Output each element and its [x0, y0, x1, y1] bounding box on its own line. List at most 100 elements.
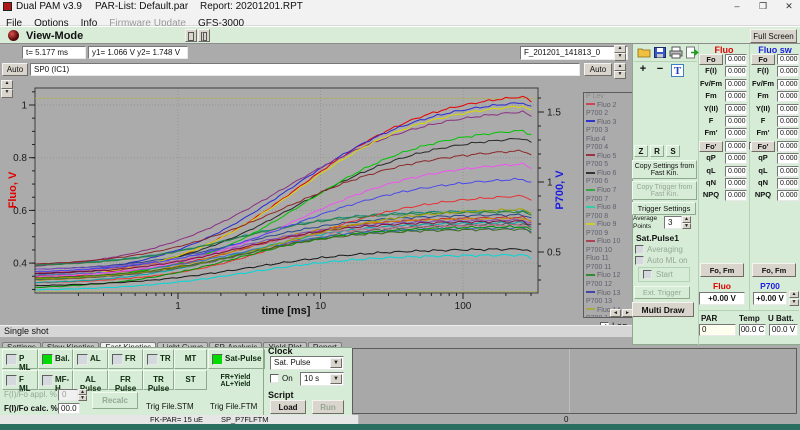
fifo-down-icon[interactable]: ▼ — [78, 395, 87, 401]
averaging-checkbox[interactable] — [635, 245, 644, 254]
legend-item[interactable]: P700 4 — [584, 144, 634, 153]
text-tool-button[interactable]: T — [671, 64, 684, 77]
copy-trigger-button[interactable]: Copy Trigger from Fast Kin. — [632, 181, 697, 200]
param-label-fo[interactable]: Fo' — [751, 141, 775, 152]
record-selector[interactable]: F_201201_141813_0 ▼ — [520, 46, 628, 60]
close-button[interactable]: ✕ — [780, 1, 798, 12]
average-up-icon[interactable]: ▲ — [682, 216, 691, 223]
auto-ml-checkbox[interactable] — [635, 256, 644, 265]
trigger-settings-button[interactable]: Trigger Settings — [632, 202, 696, 215]
legend-item[interactable]: Fluo 7 — [584, 187, 634, 196]
print-icon[interactable] — [669, 46, 683, 59]
legend-item[interactable]: P700 5 — [584, 161, 634, 170]
legend-item[interactable]: P700 10 — [584, 247, 634, 256]
legend-item[interactable]: P700 12 — [584, 281, 634, 290]
chevron-down-icon[interactable]: ▼ — [330, 358, 342, 368]
toggle-sat-pulse[interactable]: Sat-Pulse — [208, 349, 265, 369]
average-points-field[interactable]: 3 — [664, 216, 682, 229]
p700-gain-down-icon[interactable]: ▼ — [789, 299, 799, 306]
button-fr-pulse[interactable]: FR Pulse — [108, 370, 143, 390]
button-al-pulse[interactable]: AL Pulse — [73, 370, 108, 390]
legend-item[interactable]: Fluo 13 — [584, 290, 634, 299]
legend-item[interactable]: P700 3 — [584, 127, 634, 136]
maximize-button[interactable]: ❒ — [754, 1, 772, 12]
legend-item[interactable]: P700 7 — [584, 196, 634, 205]
legend-item[interactable]: P700 2 — [584, 110, 634, 119]
copy-settings-button[interactable]: Copy Settings from Fast Kin. — [632, 160, 697, 179]
legend-item[interactable]: Fluo 5 — [584, 153, 634, 162]
legend-item[interactable]: Fluo 6 — [584, 170, 634, 179]
save-file-icon[interactable] — [653, 46, 667, 59]
legend-item[interactable]: P700 13 — [584, 298, 634, 307]
export-report-icon[interactable] — [685, 46, 699, 59]
full-screen-button[interactable]: Full Screen — [750, 29, 797, 43]
legend-item[interactable]: P700 9 — [584, 230, 634, 239]
scale-button[interactable]: S — [666, 145, 680, 157]
param-label-fo[interactable]: Fo — [751, 54, 775, 65]
unchecked-icon[interactable] — [77, 354, 88, 365]
unchecked-icon[interactable] — [112, 354, 123, 365]
legend-item[interactable]: Fluo 8 — [584, 204, 634, 213]
open-file-icon[interactable] — [637, 46, 651, 59]
zoom-reset-button[interactable]: Z — [634, 145, 648, 157]
clock-on-checkbox[interactable] — [270, 374, 279, 383]
scale-up-icon[interactable]: ▲ — [614, 63, 626, 71]
clock-mode-select[interactable]: Sat. Pulse ▼ — [270, 356, 344, 370]
unchecked-icon[interactable] — [42, 375, 53, 386]
legend-item[interactable]: Fluo 9 — [584, 221, 634, 230]
start-checkbox[interactable] — [643, 270, 652, 279]
fo-fm-fluo-button[interactable]: Fo, Fm — [700, 263, 744, 277]
legend-item[interactable]: P700 11 — [584, 264, 634, 273]
toggle-bal-[interactable]: Bal. — [38, 349, 73, 369]
multi-draw-button[interactable]: Multi Draw — [632, 302, 694, 317]
toggle-p-ml[interactable]: P ML — [2, 349, 38, 369]
script-run-button[interactable]: Run — [312, 400, 344, 414]
fifo-appl-field[interactable]: 0 — [58, 389, 78, 401]
legend-item[interactable]: Fluo 2 — [584, 102, 634, 111]
unchecked-icon[interactable] — [6, 354, 17, 365]
legend-item[interactable]: Fluo 11 — [584, 255, 634, 264]
checked-icon[interactable] — [212, 354, 223, 365]
unchecked-icon[interactable] — [147, 354, 158, 365]
redraw-button[interactable]: R — [650, 145, 664, 157]
fo-fm-p700-button[interactable]: Fo, Fm — [752, 263, 796, 277]
param-label-fo[interactable]: Fo — [699, 54, 723, 65]
layout-single-icon[interactable] — [185, 29, 197, 42]
record-down-icon[interactable]: ▼ — [614, 53, 626, 61]
legend-item[interactable]: Fluo 10 — [584, 238, 634, 247]
button-tr-pulse[interactable]: TR Pulse — [143, 370, 174, 390]
zoom-out-button[interactable]: − — [653, 63, 667, 78]
record-up-icon[interactable]: ▲ — [614, 45, 626, 53]
legend-item[interactable]: P Lev — [584, 93, 634, 102]
legend-item[interactable]: Fluo 4 — [584, 136, 634, 145]
legend-item[interactable]: Fluo 3 — [584, 119, 634, 128]
auto-scale-left-button[interactable]: Auto — [2, 63, 28, 76]
recalc-button[interactable]: Recalc — [92, 392, 138, 409]
zoom-in-button[interactable]: + — [636, 63, 650, 78]
minimize-button[interactable]: – — [728, 1, 746, 12]
sample-comment-field[interactable]: SP0 (IC1) — [30, 63, 580, 76]
script-load-button[interactable]: Load — [270, 400, 306, 414]
toggle-fr[interactable]: FR — [108, 349, 143, 369]
clock-interval-select[interactable]: 10 s ▼ — [300, 372, 344, 386]
chevron-down-icon[interactable]: ▼ — [330, 374, 342, 384]
curve-legend[interactable]: P LevFluo 2P700 2Fluo 3P700 3Fluo 4P700 … — [583, 92, 635, 318]
button-st[interactable]: ST — [174, 370, 207, 390]
toggle-al[interactable]: AL — [73, 349, 108, 369]
auto-scale-right-button[interactable]: Auto — [584, 63, 612, 76]
legend-item[interactable]: P700 8 — [584, 213, 634, 222]
legend-scroll-left-icon[interactable]: ◄ — [610, 309, 621, 317]
legend-item[interactable]: P700 6 — [584, 178, 634, 187]
toggle-mf-h[interactable]: MF-H — [38, 370, 73, 390]
toggle-tr[interactable]: TR — [143, 349, 174, 369]
legend-item[interactable]: Fluo 12 — [584, 272, 634, 281]
param-label-fo[interactable]: Fo' — [699, 141, 723, 152]
layout-split-icon[interactable] — [198, 29, 210, 42]
toggle-f-ml[interactable]: F ML — [2, 370, 38, 390]
unchecked-icon[interactable] — [6, 375, 17, 386]
average-down-icon[interactable]: ▼ — [682, 223, 691, 229]
ext-trigger-button[interactable]: Ext. Trigger — [634, 286, 690, 299]
p700-gain-up-icon[interactable]: ▲ — [789, 291, 799, 298]
button-mt[interactable]: MT — [174, 349, 207, 369]
fifo-calc-field[interactable]: 00.0 — [58, 403, 80, 414]
